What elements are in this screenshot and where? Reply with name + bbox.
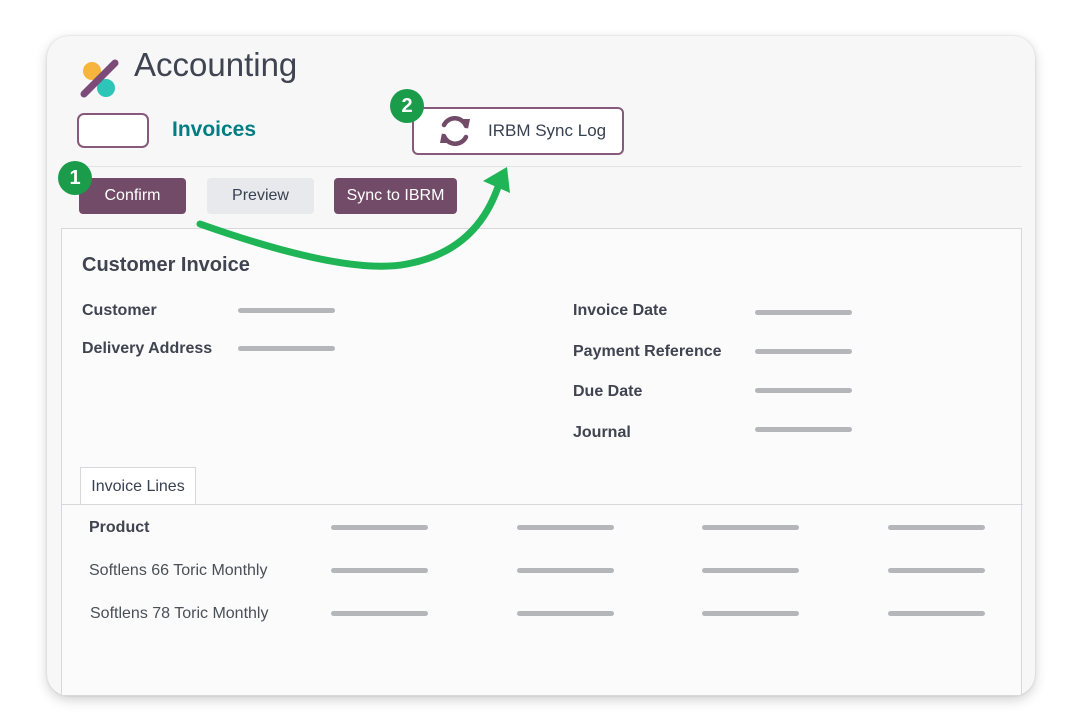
app-title: Accounting: [134, 46, 298, 83]
column-header-placeholder: [517, 525, 614, 530]
due-date-label: Due Date: [573, 383, 643, 400]
sync-icon: [440, 116, 470, 146]
column-header-placeholder: [331, 525, 428, 530]
journal-field[interactable]: [755, 427, 852, 432]
column-header-placeholder: [888, 525, 985, 530]
preview-button[interactable]: Preview: [207, 178, 314, 214]
line-cell-placeholder: [517, 611, 614, 616]
invoice-date-label: Invoice Date: [573, 302, 668, 319]
confirm-button[interactable]: Confirm: [79, 178, 186, 214]
app-switcher-box[interactable]: [77, 113, 149, 148]
product-column-header: Product: [89, 519, 150, 536]
tab-invoice-lines[interactable]: Invoice Lines: [80, 467, 196, 505]
delivery-address-label: Delivery Address: [82, 340, 213, 357]
line-product-2[interactable]: Softlens 78 Toric Monthly: [90, 605, 268, 623]
customer-label: Customer: [82, 302, 157, 319]
journal-label: Journal: [573, 424, 631, 441]
line-cell-placeholder: [702, 568, 799, 573]
form-title: Customer Invoice: [82, 254, 250, 276]
line-cell-placeholder: [331, 568, 428, 573]
customer-field[interactable]: [238, 308, 335, 313]
column-header-placeholder: [702, 525, 799, 530]
header-divider: [62, 166, 1022, 167]
line-cell-placeholder: [888, 611, 985, 616]
irbm-sync-log-label: IRBM Sync Log: [488, 121, 607, 140]
due-date-field[interactable]: [755, 388, 852, 393]
payment-reference-label: Payment Reference: [573, 343, 722, 360]
accounting-logo-icon: [80, 59, 119, 98]
irbm-sync-log-button[interactable]: IRBM Sync Log: [412, 107, 624, 155]
line-cell-placeholder: [702, 611, 799, 616]
breadcrumb-invoices[interactable]: Invoices: [172, 118, 256, 142]
invoice-form-sheet: Customer Invoice Customer Delivery Addre…: [61, 228, 1023, 696]
line-cell-placeholder: [888, 568, 985, 573]
sync-to-ibrm-button[interactable]: Sync to IBRM: [334, 178, 457, 214]
line-cell-placeholder: [517, 568, 614, 573]
payment-reference-field[interactable]: [755, 349, 852, 354]
invoice-date-field[interactable]: [755, 310, 852, 315]
app-window: Accounting Invoices IRBM Sync Log Confir…: [47, 36, 1035, 696]
step-badge-1: 1: [58, 161, 92, 195]
step-badge-2: 2: [390, 89, 424, 123]
delivery-address-field[interactable]: [238, 346, 335, 351]
tab-divider: [62, 504, 1023, 505]
line-cell-placeholder: [331, 611, 428, 616]
line-product-1[interactable]: Softlens 66 Toric Monthly: [89, 562, 267, 580]
